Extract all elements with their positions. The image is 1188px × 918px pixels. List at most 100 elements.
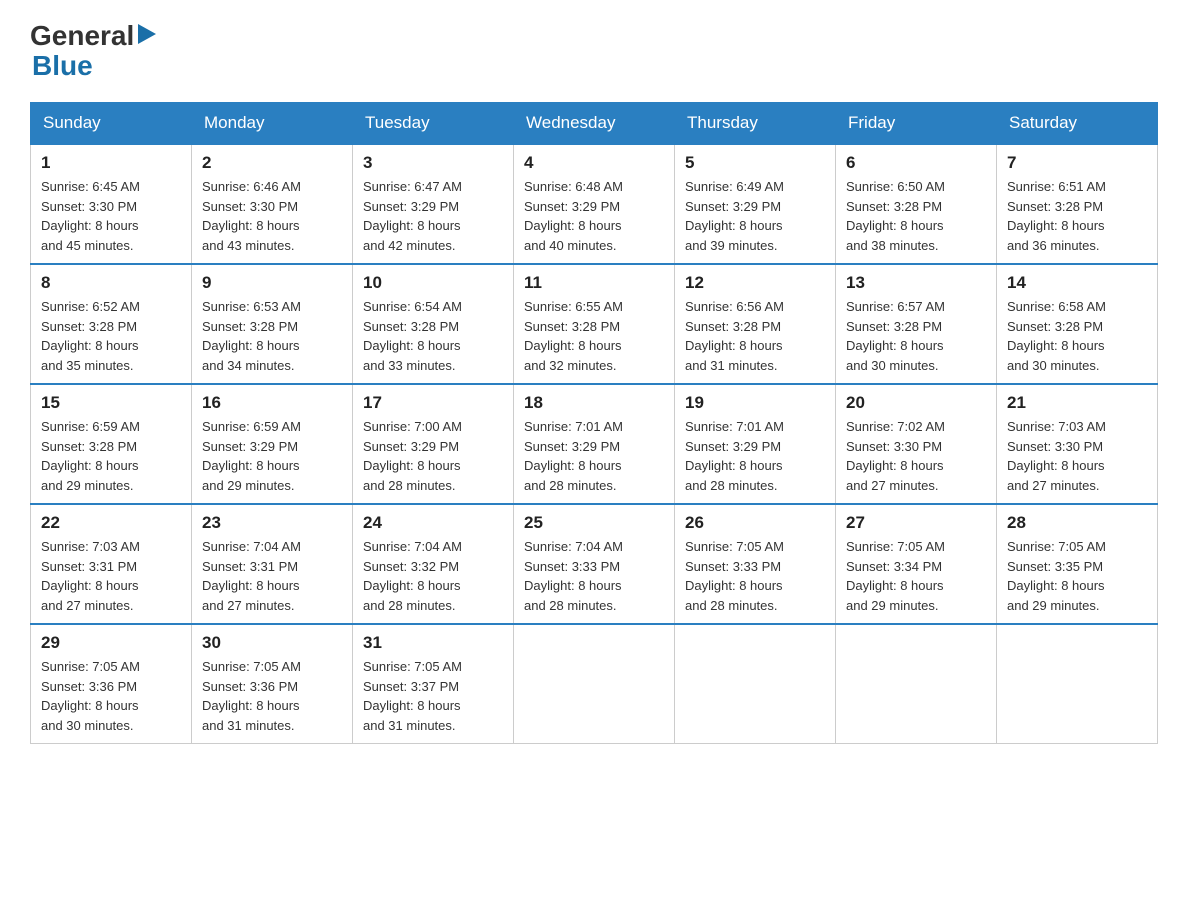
- logo-arrow-icon: [138, 24, 156, 49]
- day-info: Sunrise: 7:01 AM Sunset: 3:29 PM Dayligh…: [524, 417, 664, 495]
- day-info: Sunrise: 7:04 AM Sunset: 3:31 PM Dayligh…: [202, 537, 342, 615]
- day-number: 30: [202, 633, 342, 653]
- calendar-header-wednesday: Wednesday: [514, 103, 675, 145]
- calendar-header-thursday: Thursday: [675, 103, 836, 145]
- calendar-cell: 7 Sunrise: 6:51 AM Sunset: 3:28 PM Dayli…: [997, 144, 1158, 264]
- calendar-cell: 29 Sunrise: 7:05 AM Sunset: 3:36 PM Dayl…: [31, 624, 192, 744]
- calendar-cell: 26 Sunrise: 7:05 AM Sunset: 3:33 PM Dayl…: [675, 504, 836, 624]
- calendar-cell: 10 Sunrise: 6:54 AM Sunset: 3:28 PM Dayl…: [353, 264, 514, 384]
- day-info: Sunrise: 7:05 AM Sunset: 3:33 PM Dayligh…: [685, 537, 825, 615]
- day-info: Sunrise: 6:57 AM Sunset: 3:28 PM Dayligh…: [846, 297, 986, 375]
- day-info: Sunrise: 6:55 AM Sunset: 3:28 PM Dayligh…: [524, 297, 664, 375]
- day-info: Sunrise: 6:50 AM Sunset: 3:28 PM Dayligh…: [846, 177, 986, 255]
- calendar-cell: 19 Sunrise: 7:01 AM Sunset: 3:29 PM Dayl…: [675, 384, 836, 504]
- day-number: 12: [685, 273, 825, 293]
- page-header: General Blue: [30, 20, 1158, 82]
- calendar-week-3: 15 Sunrise: 6:59 AM Sunset: 3:28 PM Dayl…: [31, 384, 1158, 504]
- calendar-table: SundayMondayTuesdayWednesdayThursdayFrid…: [30, 102, 1158, 744]
- day-number: 9: [202, 273, 342, 293]
- calendar-header-tuesday: Tuesday: [353, 103, 514, 145]
- day-number: 7: [1007, 153, 1147, 173]
- day-number: 5: [685, 153, 825, 173]
- calendar-cell: [997, 624, 1158, 744]
- calendar-cell: 28 Sunrise: 7:05 AM Sunset: 3:35 PM Dayl…: [997, 504, 1158, 624]
- day-info: Sunrise: 7:02 AM Sunset: 3:30 PM Dayligh…: [846, 417, 986, 495]
- calendar-week-5: 29 Sunrise: 7:05 AM Sunset: 3:36 PM Dayl…: [31, 624, 1158, 744]
- day-number: 28: [1007, 513, 1147, 533]
- day-number: 31: [363, 633, 503, 653]
- day-number: 16: [202, 393, 342, 413]
- day-info: Sunrise: 6:56 AM Sunset: 3:28 PM Dayligh…: [685, 297, 825, 375]
- day-info: Sunrise: 7:05 AM Sunset: 3:35 PM Dayligh…: [1007, 537, 1147, 615]
- day-number: 3: [363, 153, 503, 173]
- calendar-cell: 30 Sunrise: 7:05 AM Sunset: 3:36 PM Dayl…: [192, 624, 353, 744]
- day-info: Sunrise: 6:48 AM Sunset: 3:29 PM Dayligh…: [524, 177, 664, 255]
- calendar-cell: 13 Sunrise: 6:57 AM Sunset: 3:28 PM Dayl…: [836, 264, 997, 384]
- calendar-cell: [514, 624, 675, 744]
- calendar-cell: 24 Sunrise: 7:04 AM Sunset: 3:32 PM Dayl…: [353, 504, 514, 624]
- calendar-cell: [675, 624, 836, 744]
- day-info: Sunrise: 6:59 AM Sunset: 3:28 PM Dayligh…: [41, 417, 181, 495]
- day-number: 4: [524, 153, 664, 173]
- day-number: 19: [685, 393, 825, 413]
- day-number: 10: [363, 273, 503, 293]
- day-info: Sunrise: 6:46 AM Sunset: 3:30 PM Dayligh…: [202, 177, 342, 255]
- calendar-header-saturday: Saturday: [997, 103, 1158, 145]
- calendar-cell: 12 Sunrise: 6:56 AM Sunset: 3:28 PM Dayl…: [675, 264, 836, 384]
- day-info: Sunrise: 6:52 AM Sunset: 3:28 PM Dayligh…: [41, 297, 181, 375]
- day-number: 27: [846, 513, 986, 533]
- calendar-week-1: 1 Sunrise: 6:45 AM Sunset: 3:30 PM Dayli…: [31, 144, 1158, 264]
- calendar-cell: 31 Sunrise: 7:05 AM Sunset: 3:37 PM Dayl…: [353, 624, 514, 744]
- calendar-cell: 9 Sunrise: 6:53 AM Sunset: 3:28 PM Dayli…: [192, 264, 353, 384]
- calendar-cell: 18 Sunrise: 7:01 AM Sunset: 3:29 PM Dayl…: [514, 384, 675, 504]
- calendar-cell: 2 Sunrise: 6:46 AM Sunset: 3:30 PM Dayli…: [192, 144, 353, 264]
- calendar-header-monday: Monday: [192, 103, 353, 145]
- calendar-week-2: 8 Sunrise: 6:52 AM Sunset: 3:28 PM Dayli…: [31, 264, 1158, 384]
- calendar-cell: 17 Sunrise: 7:00 AM Sunset: 3:29 PM Dayl…: [353, 384, 514, 504]
- day-info: Sunrise: 7:05 AM Sunset: 3:36 PM Dayligh…: [41, 657, 181, 735]
- calendar-cell: 4 Sunrise: 6:48 AM Sunset: 3:29 PM Dayli…: [514, 144, 675, 264]
- day-number: 18: [524, 393, 664, 413]
- calendar-cell: 25 Sunrise: 7:04 AM Sunset: 3:33 PM Dayl…: [514, 504, 675, 624]
- day-number: 11: [524, 273, 664, 293]
- day-info: Sunrise: 6:47 AM Sunset: 3:29 PM Dayligh…: [363, 177, 503, 255]
- day-info: Sunrise: 7:03 AM Sunset: 3:31 PM Dayligh…: [41, 537, 181, 615]
- calendar-cell: 15 Sunrise: 6:59 AM Sunset: 3:28 PM Dayl…: [31, 384, 192, 504]
- day-info: Sunrise: 6:53 AM Sunset: 3:28 PM Dayligh…: [202, 297, 342, 375]
- day-info: Sunrise: 7:04 AM Sunset: 3:33 PM Dayligh…: [524, 537, 664, 615]
- day-info: Sunrise: 7:01 AM Sunset: 3:29 PM Dayligh…: [685, 417, 825, 495]
- calendar-cell: 16 Sunrise: 6:59 AM Sunset: 3:29 PM Dayl…: [192, 384, 353, 504]
- calendar-cell: 22 Sunrise: 7:03 AM Sunset: 3:31 PM Dayl…: [31, 504, 192, 624]
- day-number: 6: [846, 153, 986, 173]
- day-info: Sunrise: 7:05 AM Sunset: 3:37 PM Dayligh…: [363, 657, 503, 735]
- day-number: 29: [41, 633, 181, 653]
- calendar-cell: 11 Sunrise: 6:55 AM Sunset: 3:28 PM Dayl…: [514, 264, 675, 384]
- calendar-week-4: 22 Sunrise: 7:03 AM Sunset: 3:31 PM Dayl…: [31, 504, 1158, 624]
- calendar-cell: 20 Sunrise: 7:02 AM Sunset: 3:30 PM Dayl…: [836, 384, 997, 504]
- calendar-cell: 21 Sunrise: 7:03 AM Sunset: 3:30 PM Dayl…: [997, 384, 1158, 504]
- calendar-header-sunday: Sunday: [31, 103, 192, 145]
- calendar-cell: 6 Sunrise: 6:50 AM Sunset: 3:28 PM Dayli…: [836, 144, 997, 264]
- day-number: 13: [846, 273, 986, 293]
- calendar-cell: 27 Sunrise: 7:05 AM Sunset: 3:34 PM Dayl…: [836, 504, 997, 624]
- logo-general-text: General: [30, 20, 134, 52]
- day-number: 17: [363, 393, 503, 413]
- day-info: Sunrise: 6:51 AM Sunset: 3:28 PM Dayligh…: [1007, 177, 1147, 255]
- day-info: Sunrise: 6:58 AM Sunset: 3:28 PM Dayligh…: [1007, 297, 1147, 375]
- calendar-cell: 8 Sunrise: 6:52 AM Sunset: 3:28 PM Dayli…: [31, 264, 192, 384]
- day-info: Sunrise: 7:05 AM Sunset: 3:34 PM Dayligh…: [846, 537, 986, 615]
- calendar-cell: 23 Sunrise: 7:04 AM Sunset: 3:31 PM Dayl…: [192, 504, 353, 624]
- day-number: 20: [846, 393, 986, 413]
- day-number: 24: [363, 513, 503, 533]
- day-info: Sunrise: 7:03 AM Sunset: 3:30 PM Dayligh…: [1007, 417, 1147, 495]
- day-number: 2: [202, 153, 342, 173]
- day-number: 8: [41, 273, 181, 293]
- calendar-cell: 5 Sunrise: 6:49 AM Sunset: 3:29 PM Dayli…: [675, 144, 836, 264]
- day-info: Sunrise: 6:59 AM Sunset: 3:29 PM Dayligh…: [202, 417, 342, 495]
- day-info: Sunrise: 7:05 AM Sunset: 3:36 PM Dayligh…: [202, 657, 342, 735]
- day-number: 15: [41, 393, 181, 413]
- day-number: 22: [41, 513, 181, 533]
- day-info: Sunrise: 6:49 AM Sunset: 3:29 PM Dayligh…: [685, 177, 825, 255]
- calendar-cell: 14 Sunrise: 6:58 AM Sunset: 3:28 PM Dayl…: [997, 264, 1158, 384]
- calendar-header-row: SundayMondayTuesdayWednesdayThursdayFrid…: [31, 103, 1158, 145]
